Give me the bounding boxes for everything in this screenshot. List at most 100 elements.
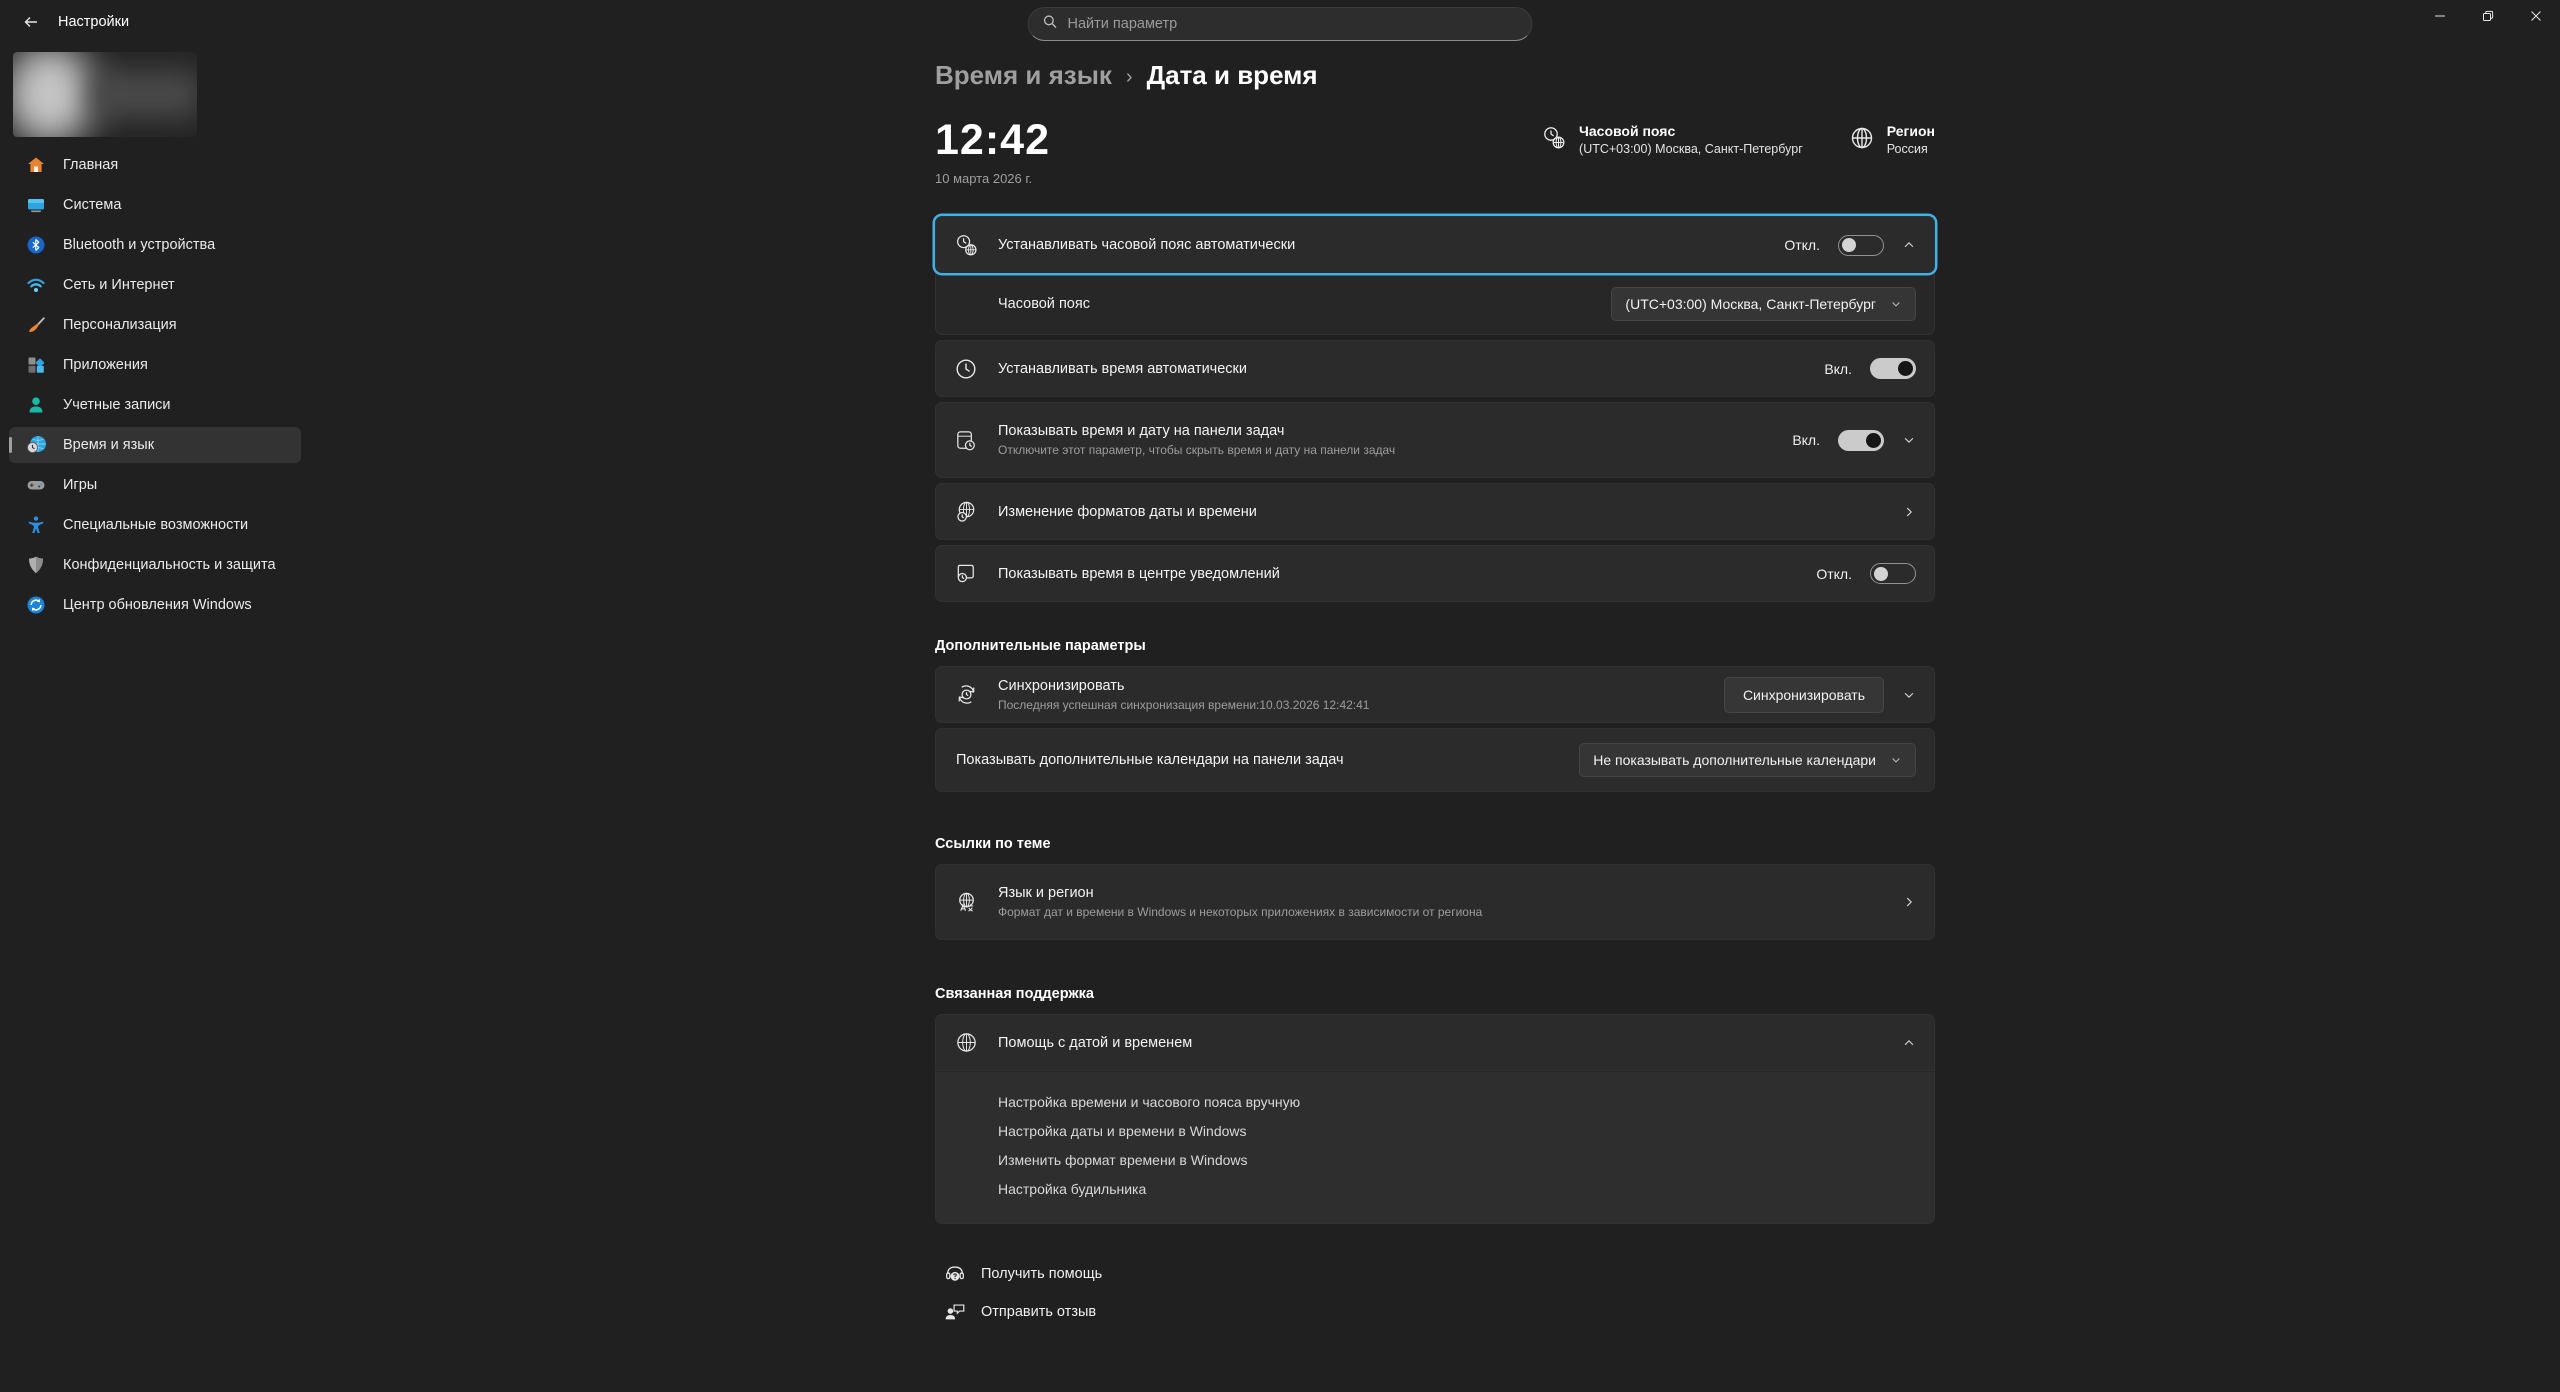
close-button[interactable] xyxy=(2512,0,2560,34)
sidebar-item-label: Bluetooth и устройства xyxy=(63,237,215,253)
language-region-row[interactable]: Язык и регион Формат дат и времени в Win… xyxy=(935,864,1935,940)
system-icon xyxy=(25,194,47,216)
taskbar-datetime-row[interactable]: Показывать время и дату на панели задач … xyxy=(935,402,1935,478)
support-link[interactable]: Настройка будильника xyxy=(998,1181,1146,1197)
sidebar-item-label: Игры xyxy=(63,477,97,493)
sidebar-item-apps[interactable]: Приложения xyxy=(9,347,301,383)
support-link[interactable]: Настройка времени и часового пояса вручн… xyxy=(998,1094,1300,1110)
search-box[interactable] xyxy=(1028,7,1533,41)
sidebar: Главная Система Bluetooth и устройства С… xyxy=(0,48,310,1392)
toggle-state-label: Откл. xyxy=(1816,566,1852,582)
clock-icon xyxy=(954,357,980,381)
timezone-info: Часовой пояс (UTC+03:00) Москва, Санкт-П… xyxy=(1541,123,1803,156)
time-language-icon xyxy=(25,434,47,456)
titlebar: Настройки xyxy=(0,0,2560,48)
timezone-info-title: Часовой пояс xyxy=(1579,123,1803,139)
notification-time-row[interactable]: Показывать время в центре уведомлений От… xyxy=(935,545,1935,602)
row-subtitle: Последняя успешная синхронизация времени… xyxy=(998,698,1724,712)
minimize-icon xyxy=(2434,10,2446,25)
sidebar-item-accessibility[interactable]: Специальные возможности xyxy=(9,507,301,543)
toggle-state-label: Откл. xyxy=(1784,237,1820,253)
timezone-select-label: Часовой пояс xyxy=(998,296,1090,312)
extra-calendars-row: Показывать дополнительные календари на п… xyxy=(935,728,1935,792)
sidebar-item-time-language[interactable]: Время и язык xyxy=(9,427,301,463)
taskbar-datetime-toggle[interactable] xyxy=(1838,430,1884,451)
apps-icon xyxy=(25,354,47,376)
chevron-down-icon[interactable] xyxy=(1902,688,1916,702)
current-date: 10 марта 2026 г. xyxy=(935,171,1050,186)
support-link[interactable]: Изменить формат времени в Windows xyxy=(998,1152,1248,1168)
language-globe-icon xyxy=(954,890,980,915)
sidebar-item-system[interactable]: Система xyxy=(9,187,301,223)
timezone-select[interactable]: (UTC+03:00) Москва, Санкт-Петербург xyxy=(1611,287,1916,321)
row-title: Показывать время в центре уведомлений xyxy=(998,566,1816,582)
sidebar-item-label: Приложения xyxy=(63,357,148,373)
auto-timezone-row[interactable]: Устанавливать часовой пояс автоматически… xyxy=(935,216,1935,273)
auto-time-toggle[interactable] xyxy=(1870,358,1916,379)
formats-row[interactable]: Изменение форматов даты и времени xyxy=(935,483,1935,540)
breadcrumb-parent[interactable]: Время и язык xyxy=(935,60,1112,91)
update-icon xyxy=(25,594,47,616)
sidebar-item-home[interactable]: Главная xyxy=(9,147,301,183)
auto-time-row[interactable]: Устанавливать время автоматически Вкл. xyxy=(935,340,1935,397)
datetime-header: 12:42 10 марта 2026 г. Часовой пояс (UTC… xyxy=(935,117,1935,186)
chevron-up-icon[interactable] xyxy=(1902,1036,1916,1050)
send-feedback-link[interactable]: Отправить отзыв xyxy=(943,1300,1096,1324)
sidebar-item-label: Конфиденциальность и защита xyxy=(63,557,276,573)
sidebar-item-label: Сеть и Интернет xyxy=(63,277,175,293)
section-header-support: Связанная поддержка xyxy=(935,986,1935,1002)
gamepad-icon xyxy=(25,474,47,496)
user-name-blurred xyxy=(91,70,197,118)
extra-calendars-select[interactable]: Не показывать дополнительные календари xyxy=(1579,743,1916,777)
brush-icon xyxy=(25,314,47,336)
chevron-down-icon xyxy=(1890,298,1902,310)
sync-now-button[interactable]: Синхронизировать xyxy=(1724,677,1884,713)
auto-timezone-expander: Устанавливать часовой пояс автоматически… xyxy=(935,216,1935,335)
row-title: Устанавливать часовой пояс автоматически xyxy=(998,237,1784,253)
row-subtitle: Формат дат и времени в Windows и некотор… xyxy=(998,905,1902,919)
timezone-select-value: (UTC+03:00) Москва, Санкт-Петербург xyxy=(1625,296,1876,312)
minimize-button[interactable] xyxy=(2416,0,2464,34)
user-profile-blurred[interactable] xyxy=(13,52,197,137)
sidebar-item-bluetooth[interactable]: Bluetooth и устройства xyxy=(9,227,301,263)
support-help-row[interactable]: Помощь с датой и временем xyxy=(935,1014,1935,1071)
sync-row: Синхронизировать Последняя успешная синх… xyxy=(935,666,1935,723)
notification-time-toggle[interactable] xyxy=(1870,563,1916,584)
back-button[interactable] xyxy=(14,8,48,38)
taskbar-clock-icon xyxy=(954,428,980,453)
sidebar-item-network[interactable]: Сеть и Интернет xyxy=(9,267,301,303)
sidebar-item-gaming[interactable]: Игры xyxy=(9,467,301,503)
globe-clock-icon xyxy=(954,499,980,524)
extra-calendars-value: Не показывать дополнительные календари xyxy=(1593,752,1876,768)
sidebar-nav: Главная Система Bluetooth и устройства С… xyxy=(0,147,310,623)
chevron-up-icon[interactable] xyxy=(1902,238,1916,252)
search-input[interactable] xyxy=(1068,16,1518,32)
auto-timezone-toggle[interactable] xyxy=(1838,235,1884,256)
current-time: 12:42 xyxy=(935,117,1050,163)
support-link[interactable]: Настройка даты и времени в Windows xyxy=(998,1123,1247,1139)
sidebar-item-label: Система xyxy=(63,197,121,213)
sidebar-item-windows-update[interactable]: Центр обновления Windows xyxy=(9,587,301,623)
restore-button[interactable] xyxy=(2464,0,2512,34)
chevron-right-icon xyxy=(1902,895,1916,909)
sidebar-item-accounts[interactable]: Учетные записи xyxy=(9,387,301,423)
sidebar-item-personalization[interactable]: Персонализация xyxy=(9,307,301,343)
toggle-state-label: Вкл. xyxy=(1792,432,1820,448)
globe-help-icon xyxy=(954,1030,980,1055)
sidebar-item-label: Главная xyxy=(63,157,118,173)
globe-icon xyxy=(1849,123,1875,156)
window-controls xyxy=(2416,0,2560,34)
wifi-icon xyxy=(25,274,47,296)
row-title: Синхронизировать xyxy=(998,678,1724,694)
chevron-down-icon[interactable] xyxy=(1902,433,1916,447)
support-links: Настройка времени и часового пояса вручн… xyxy=(935,1071,1935,1224)
page-title: Дата и время xyxy=(1147,60,1318,91)
sidebar-item-privacy[interactable]: Конфиденциальность и защита xyxy=(9,547,301,583)
row-title: Показывать дополнительные календари на п… xyxy=(956,752,1579,768)
region-info-title: Регион xyxy=(1887,123,1935,139)
chevron-down-icon xyxy=(1890,754,1902,766)
get-help-link[interactable]: Получить помощь xyxy=(943,1262,1102,1286)
timezone-select-row: Часовой пояс (UTC+03:00) Москва, Санкт-П… xyxy=(935,273,1935,335)
support-expander: Помощь с датой и временем Настройка врем… xyxy=(935,1014,1935,1224)
section-header-additional: Дополнительные параметры xyxy=(935,638,1935,654)
